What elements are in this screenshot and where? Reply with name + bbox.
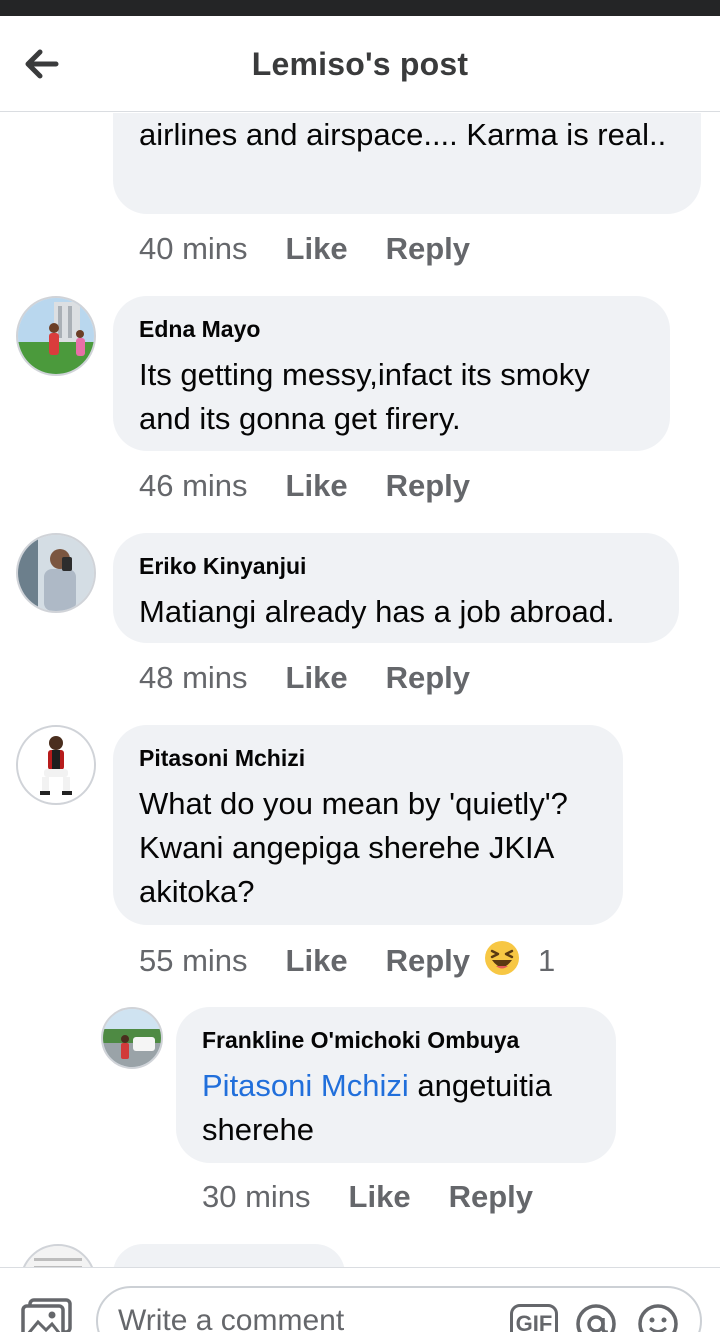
comment-field[interactable]: GIF	[96, 1286, 702, 1332]
reply-button[interactable]: Reply	[386, 229, 470, 269]
page-title: Lemiso's post	[251, 46, 469, 82]
reply-button[interactable]: Reply	[386, 658, 470, 698]
laughing-emoji-icon[interactable]	[484, 940, 520, 986]
like-button[interactable]: Like	[286, 941, 348, 981]
like-button[interactable]: Like	[286, 229, 348, 269]
comment-bubble: airlines and airspace.... Karma is real.…	[113, 113, 701, 214]
comment-time: 55 mins	[139, 943, 248, 979]
comment-meta: 55 mins Like Reply 1	[139, 940, 555, 980]
reply-bubble: Frankline O'michoki Ombuya Pitasoni Mchi…	[176, 1007, 616, 1163]
comment-meta: 30 mins Like Reply	[202, 1177, 533, 1217]
reply-button[interactable]: Reply	[386, 466, 470, 506]
comment-text: Matiangi already has a job abroad.	[139, 594, 615, 629]
comment-author[interactable]: Frankline O'michoki Ombuya	[202, 1027, 590, 1054]
comment-author[interactable]: Pitasoni Mchizi	[139, 745, 597, 772]
comment-text: airlines and airspace.... Karma is real.…	[139, 117, 667, 152]
reply-button[interactable]: Reply	[449, 1177, 533, 1217]
mention-link[interactable]: Pitasoni Mchizi	[202, 1068, 409, 1103]
comment-bubble: Edna Mayo Its getting messy,infact its s…	[113, 296, 670, 451]
photo-icon[interactable]	[20, 1298, 76, 1332]
comment-meta: 40 mins Like Reply	[139, 229, 470, 269]
comment-bubble	[113, 1244, 345, 1267]
comment-bubble: Eriko Kinyanjui Matiangi already has a j…	[113, 533, 679, 643]
comment-feed[interactable]: airlines and airspace.... Karma is real.…	[0, 113, 720, 1267]
avatar[interactable]	[16, 725, 96, 805]
comment-time: 40 mins	[139, 231, 248, 266]
status-bar	[0, 0, 720, 16]
avatar[interactable]	[101, 1007, 163, 1069]
reply-button[interactable]: Reply	[386, 941, 470, 981]
comment-time: 30 mins	[202, 1179, 311, 1214]
comment-input[interactable]	[118, 1304, 498, 1332]
avatar[interactable]	[16, 533, 96, 613]
like-button[interactable]: Like	[286, 466, 348, 506]
comment-meta: 46 mins Like Reply	[139, 466, 470, 506]
comment-bubble: Pitasoni Mchizi What do you mean by 'qui…	[113, 725, 623, 925]
comment-time: 46 mins	[139, 468, 248, 503]
comment-meta: 48 mins Like Reply	[139, 658, 470, 698]
emoji-icon[interactable]	[636, 1302, 680, 1332]
comment-text: Pitasoni Mchizi angetuitia sherehe	[202, 1064, 590, 1152]
gif-button[interactable]: GIF	[510, 1304, 558, 1332]
reaction-count: 1	[538, 943, 556, 979]
post-header: Lemiso's post	[0, 16, 720, 112]
mention-at-icon[interactable]	[574, 1302, 618, 1332]
comment-composer: GIF	[0, 1267, 720, 1332]
comment-text: Its getting messy,infact its smoky and i…	[139, 357, 590, 436]
comment-time: 48 mins	[139, 660, 248, 695]
like-button[interactable]: Like	[349, 1177, 411, 1217]
comment-text: What do you mean by 'quietly'? Kwani ang…	[139, 786, 568, 909]
avatar[interactable]	[16, 296, 96, 376]
like-button[interactable]: Like	[286, 658, 348, 698]
comment-author[interactable]: Eriko Kinyanjui	[139, 553, 653, 580]
avatar[interactable]	[20, 1244, 96, 1267]
comment-author[interactable]: Edna Mayo	[139, 316, 644, 343]
